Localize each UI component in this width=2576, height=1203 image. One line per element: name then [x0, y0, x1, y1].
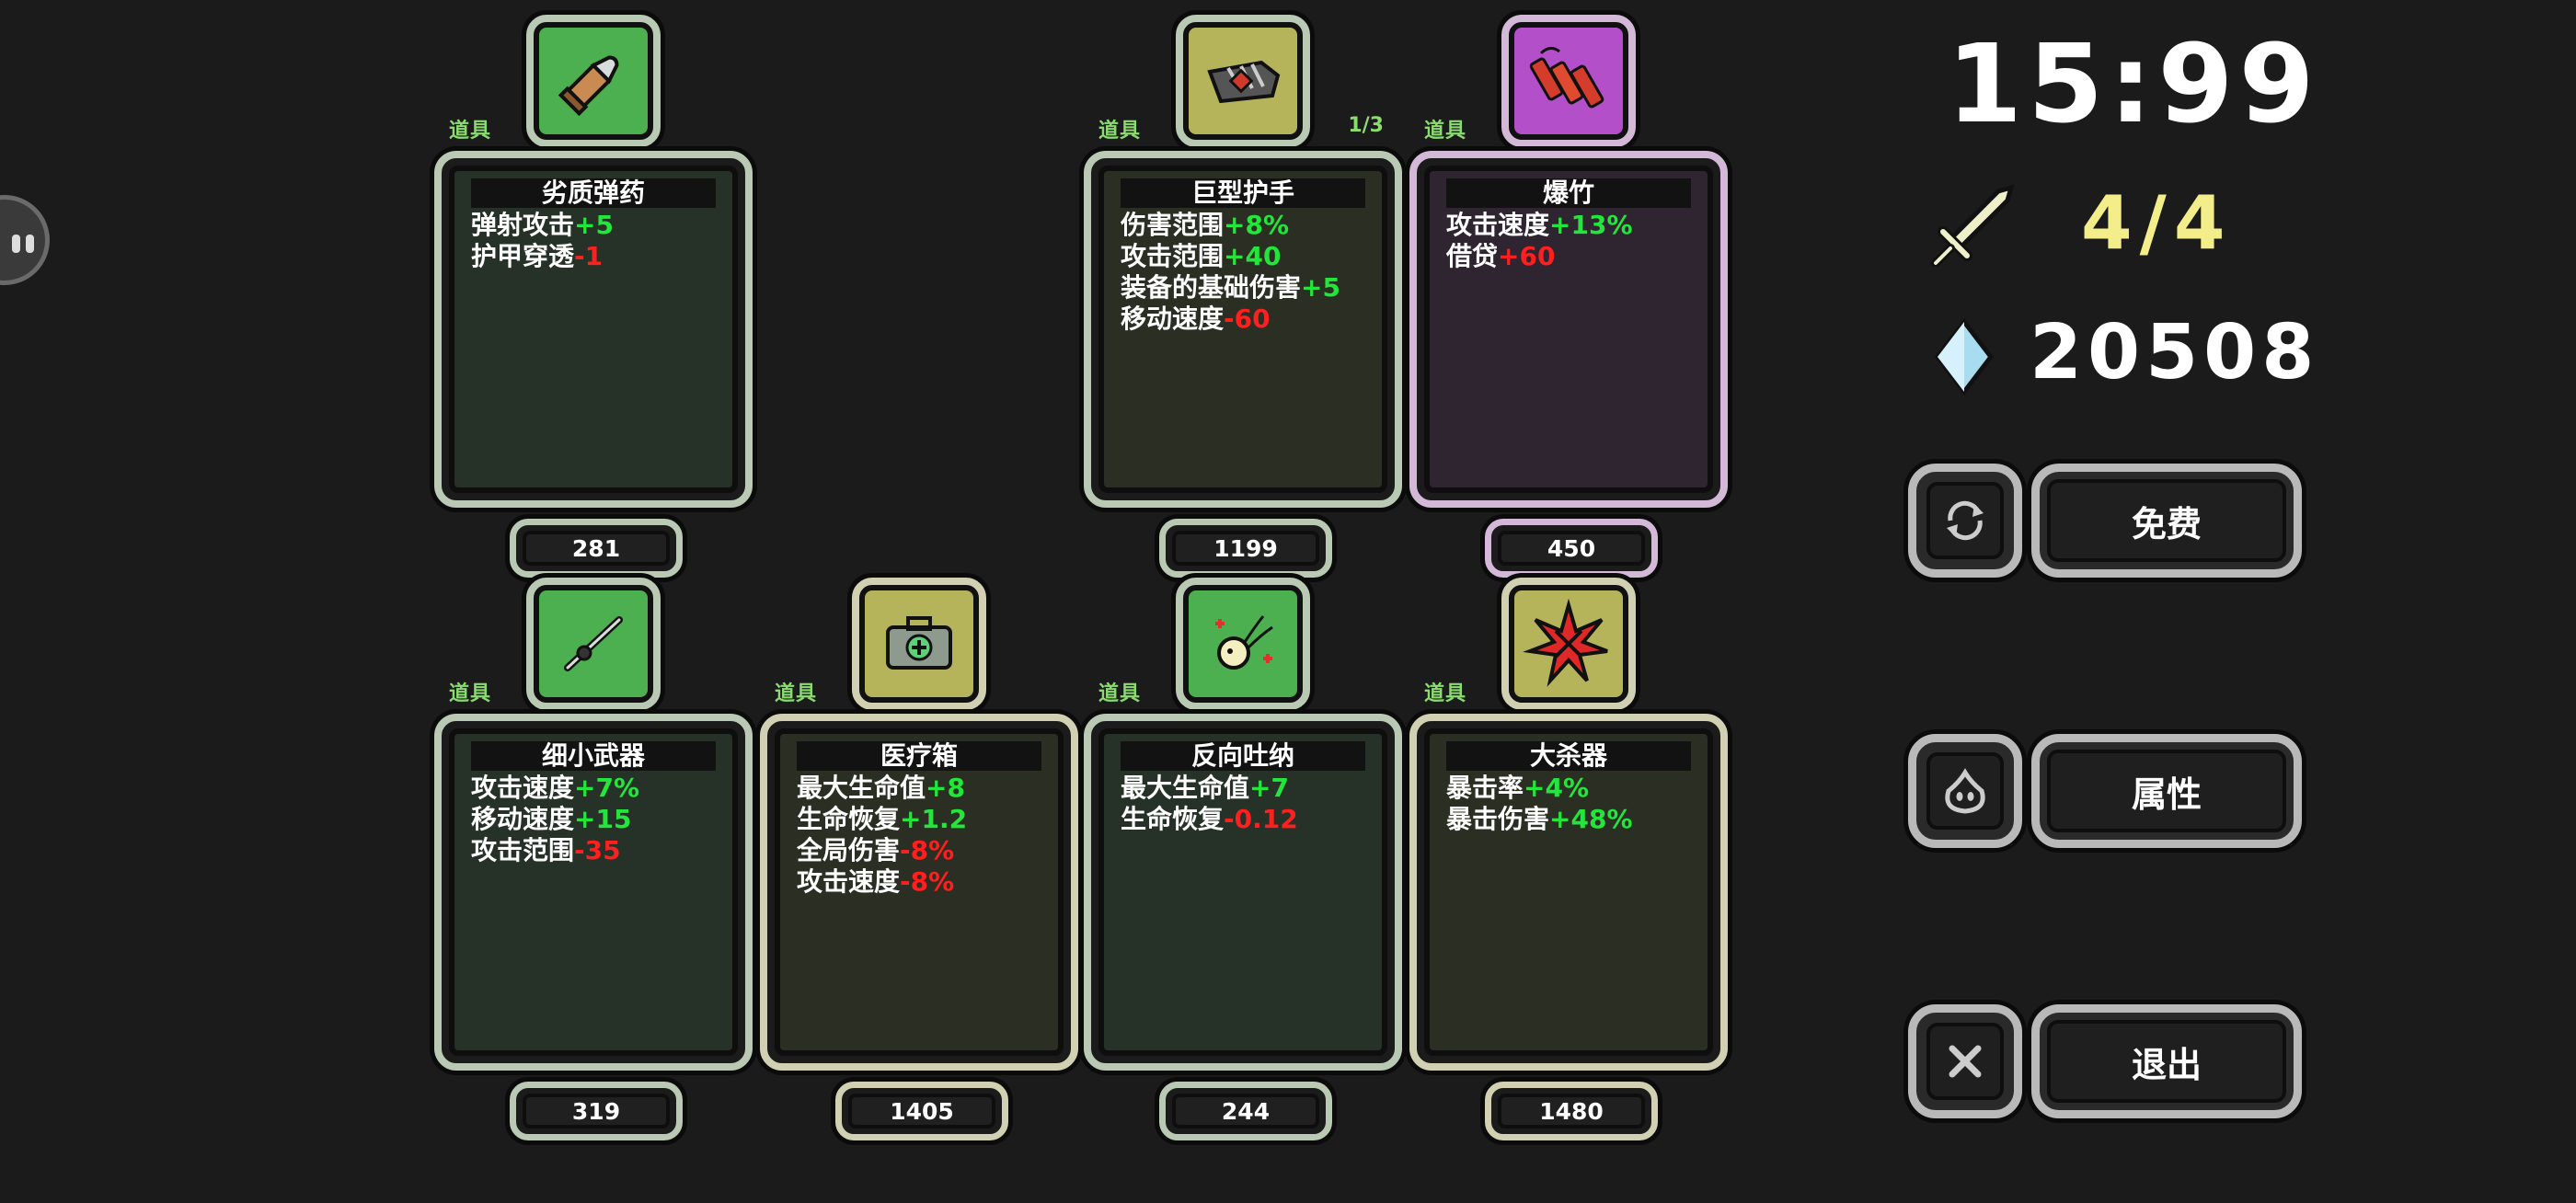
- item-card: 细小武器 攻击速度+7% 移动速度+15 攻击范围-35: [434, 714, 753, 1071]
- gauntlet-icon: [1189, 28, 1297, 134]
- medkit-icon: [865, 590, 973, 697]
- stats-icon-button[interactable]: [1908, 734, 2022, 848]
- small-weapon-icon: [539, 590, 648, 697]
- item-icon-frame: [1176, 578, 1310, 710]
- buy-price-button[interactable]: 1480: [1485, 1082, 1658, 1140]
- firecracker-icon: [1514, 28, 1623, 134]
- blob-icon: [1926, 752, 2004, 830]
- item-card: 大杀器 暴击率+4% 暴击伤害+48%: [1409, 714, 1728, 1071]
- item-name: 反向吐纳: [1121, 741, 1365, 771]
- refresh-icon-button[interactable]: [1908, 464, 2022, 578]
- bullet-icon: [539, 28, 648, 134]
- item-stat: 攻击速度+7%: [471, 773, 640, 803]
- item-icon-frame: [1176, 15, 1310, 147]
- item-stat: 最大生命值+8: [797, 773, 965, 803]
- shop-item-slot[interactable]: 道具 劣质弹药 弹射攻击+5 护甲穿透-1 281: [434, 15, 753, 640]
- item-name: 大杀器: [1446, 741, 1691, 771]
- item-count: 1/3: [1348, 114, 1384, 137]
- item-card: 反向吐纳 最大生命值+7 生命恢复-0.12: [1084, 714, 1402, 1071]
- item-stat: 暴击伤害+48%: [1446, 804, 1633, 834]
- item-stat: 最大生命值+7: [1121, 773, 1289, 803]
- item-stat: 移动速度-60: [1121, 304, 1271, 334]
- item-tag: 道具: [775, 682, 818, 705]
- buy-price-button[interactable]: 281: [510, 519, 683, 578]
- item-stat: 移动速度+15: [471, 804, 632, 834]
- item-card: 医疗箱 最大生命值+8 生命恢复+1.2 全局伤害-8% 攻击速度-8%: [760, 714, 1078, 1071]
- shop-item-slot[interactable]: 道具 细小武器 攻击速度+7% 移动速度+15 攻击范围-35 319: [434, 578, 753, 1203]
- shop-item-slot[interactable]: 道具 医疗箱 最大生命值+8 生命恢复+1.2 全局伤害-8% 攻击速度-8% …: [760, 578, 1078, 1203]
- item-icon-frame: [1501, 15, 1636, 147]
- item-stat: 生命恢复+1.2: [797, 804, 968, 834]
- item-name: 巨型护手: [1121, 178, 1365, 208]
- item-stat: 装备的基础伤害+5: [1121, 272, 1340, 303]
- item-tag: 道具: [449, 682, 492, 705]
- item-stat: 生命恢复-0.12: [1121, 804, 1298, 834]
- buy-price-button[interactable]: 319: [510, 1082, 683, 1140]
- exit-button[interactable]: 退出: [2031, 1004, 2302, 1118]
- shop-item-slot[interactable]: 道具 大杀器 暴击率+4% 暴击伤害+48% 1480: [1409, 578, 1728, 1203]
- item-tag: 道具: [1424, 682, 1467, 705]
- item-icon-frame: [1501, 578, 1636, 710]
- item-stat: 伤害范围+8%: [1121, 210, 1290, 240]
- shop-item-slot[interactable]: 道具 反向吐纳 最大生命值+7 生命恢复-0.12 244: [1084, 578, 1402, 1203]
- reverse-breath-icon: [1189, 590, 1297, 697]
- item-card: 爆竹 攻击速度+13% 借贷+60: [1409, 151, 1728, 508]
- item-card: 劣质弹药 弹射攻击+5 护甲穿透-1: [434, 151, 753, 508]
- buy-price-button[interactable]: 450: [1485, 519, 1658, 578]
- free-refresh-button[interactable]: 免费: [2031, 464, 2302, 578]
- item-icon-frame: [526, 15, 661, 147]
- item-name: 细小武器: [471, 741, 716, 771]
- refresh-icon: [1926, 482, 2004, 559]
- round-timer: 15:99: [1947, 20, 2320, 147]
- item-stat: 弹射攻击+5: [471, 210, 614, 240]
- close-icon-button[interactable]: [1908, 1004, 2022, 1118]
- item-tag: 道具: [1098, 682, 1142, 705]
- buy-price-button[interactable]: 1405: [835, 1082, 1008, 1140]
- item-stat: 攻击范围+40: [1121, 241, 1282, 271]
- item-stat: 暴击率+4%: [1446, 773, 1590, 803]
- item-tag: 道具: [1098, 120, 1142, 143]
- buy-price-button[interactable]: 1199: [1159, 519, 1332, 578]
- item-card: 巨型护手 伤害范围+8% 攻击范围+40 装备的基础伤害+5 移动速度-60: [1084, 151, 1402, 508]
- item-name: 劣质弹药: [471, 178, 716, 208]
- item-name: 医疗箱: [797, 741, 1041, 771]
- item-stat: 攻击范围-35: [471, 835, 621, 865]
- item-name: 爆竹: [1446, 178, 1691, 208]
- attributes-button[interactable]: 属性: [2031, 734, 2302, 848]
- buy-price-button[interactable]: 244: [1159, 1082, 1332, 1140]
- explosion-icon: [1514, 590, 1623, 697]
- handle-eye-right: [26, 235, 34, 253]
- item-tag: 道具: [449, 120, 492, 143]
- gem-count: 20508: [2030, 309, 2320, 396]
- item-stat: 攻击速度+13%: [1446, 210, 1633, 240]
- item-stat: 借贷+60: [1446, 241, 1556, 271]
- item-icon-frame: [526, 578, 661, 710]
- handle-eye-left: [12, 235, 20, 253]
- sword-icon: [1923, 175, 2024, 268]
- shop-item-slot[interactable]: 道具 1/3 巨型护手 伤害范围+8% 攻击范围+40 装备的基础伤害+5 移动…: [1084, 15, 1402, 640]
- close-icon: [1926, 1023, 2004, 1100]
- item-stat: 全局伤害-8%: [797, 835, 955, 865]
- item-stat: 攻击速度-8%: [797, 866, 955, 897]
- item-tag: 道具: [1424, 120, 1467, 143]
- shop-item-slot[interactable]: 道具 爆竹 攻击速度+13% 借贷+60 450: [1409, 15, 1728, 640]
- gem-icon: [1932, 317, 1996, 396]
- item-stat: 护甲穿透-1: [471, 241, 604, 271]
- item-icon-frame: [852, 578, 986, 710]
- side-menu-handle[interactable]: [0, 195, 50, 285]
- wave-counter: 4/4: [2081, 180, 2233, 266]
